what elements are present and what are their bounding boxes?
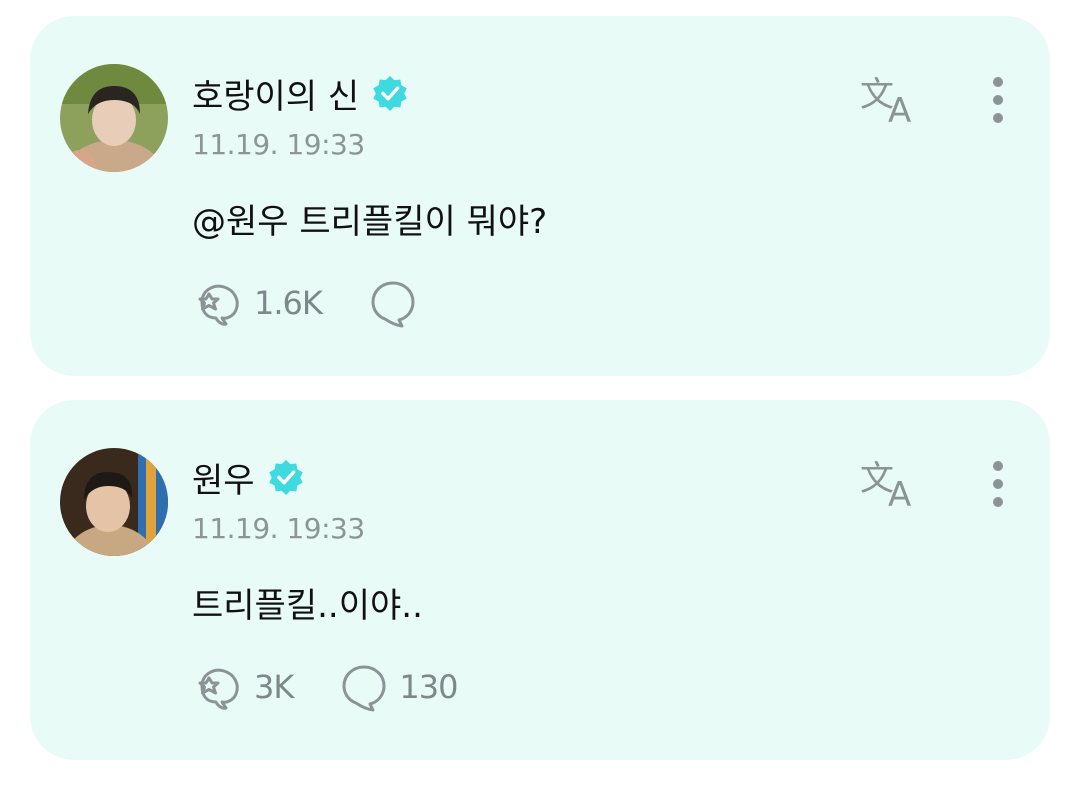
post-actions: 1.6K (192, 278, 428, 328)
post-actions: 3K 130 (192, 662, 458, 712)
svg-text:A: A (888, 475, 911, 512)
post-card[interactable]: 원우 11.19. 19:33 트리플킬..이야.. 3K 130 文 A (30, 400, 1050, 760)
post-text: 트리플킬..이야.. (192, 586, 423, 626)
avatar[interactable] (60, 448, 168, 556)
comment-button[interactable] (366, 278, 428, 328)
svg-text:A: A (888, 91, 911, 128)
post-card[interactable]: 호랑이의 신 11.19. 19:33 @원우 트리플킬이 뭐야? 1.6K 文… (30, 16, 1050, 376)
avatar[interactable] (60, 64, 168, 172)
comment-icon (371, 281, 415, 328)
translate-icon[interactable]: 文 A (858, 456, 922, 512)
more-vertical-icon[interactable] (988, 458, 1008, 514)
more-vertical-icon[interactable] (988, 74, 1008, 130)
author-name[interactable]: 호랑이의 신 (192, 69, 359, 118)
translate-icon[interactable]: 文 A (858, 72, 922, 128)
post-text: @원우 트리플킬이 뭐야? (192, 202, 548, 242)
reaction-button[interactable]: 1.6K (192, 278, 323, 328)
reaction-icon (198, 668, 239, 710)
author-row: 원우 (192, 452, 305, 502)
reaction-icon (198, 284, 239, 326)
comment-icon (342, 665, 386, 712)
post-timestamp: 11.19. 19:33 (192, 512, 365, 545)
reaction-button[interactable]: 3K (192, 662, 294, 712)
verified-badge-icon (268, 459, 303, 496)
reaction-count: 1.6K (254, 284, 323, 322)
comment-button[interactable]: 130 (337, 662, 458, 712)
post-timestamp: 11.19. 19:33 (192, 128, 365, 161)
verified-badge-icon (373, 75, 407, 112)
author-name[interactable]: 원우 (192, 453, 255, 502)
author-row: 호랑이의 신 (192, 68, 409, 118)
comment-count: 130 (399, 668, 458, 706)
reaction-count: 3K (254, 668, 294, 706)
